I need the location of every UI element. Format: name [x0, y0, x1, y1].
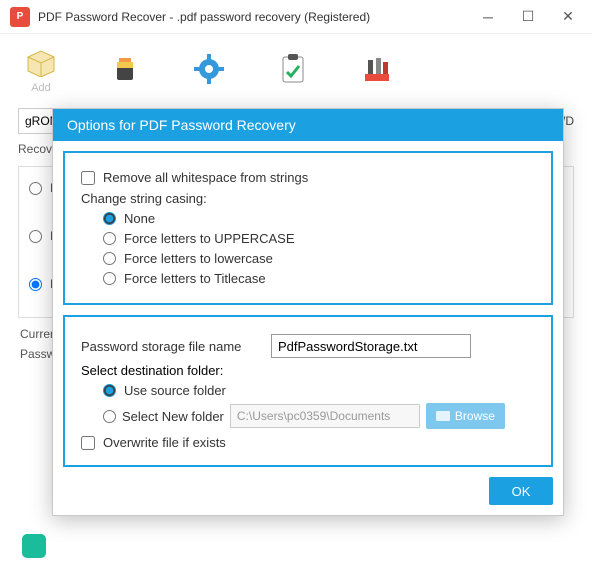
attack-opt-b[interactable]: [29, 278, 42, 291]
toolbar-item-4[interactable]: [276, 52, 310, 86]
casing-title: Change string casing:: [81, 191, 535, 206]
attack-opt-d[interactable]: [29, 182, 42, 195]
chat-icon[interactable]: [22, 534, 46, 558]
folder-path-input[interactable]: [230, 404, 420, 428]
toolbar: Add: [0, 34, 592, 104]
folder-icon: [436, 411, 450, 421]
dest-folder-label: Select destination folder:: [81, 363, 535, 378]
close-button[interactable]: ✕: [548, 2, 588, 32]
minimize-button[interactable]: ─: [468, 2, 508, 32]
casing-none[interactable]: None: [103, 211, 535, 226]
clipboard-icon: [276, 52, 310, 86]
options-dialog: Options for PDF Password Recovery Remove…: [52, 108, 564, 516]
toolbar-item-5[interactable]: [360, 52, 394, 86]
attack-opt-m[interactable]: [29, 230, 42, 243]
ok-button[interactable]: OK: [489, 477, 553, 505]
dialog-title: Options for PDF Password Recovery: [53, 109, 563, 141]
tools-icon: [360, 52, 394, 86]
browse-button[interactable]: Browse: [426, 403, 505, 429]
casing-titlecase[interactable]: Force letters to Titlecase: [103, 271, 535, 286]
storage-file-label: Password storage file name: [81, 339, 261, 354]
box-icon: [24, 45, 58, 79]
toolbar-add[interactable]: Add: [24, 45, 58, 94]
select-new-folder-label: Select New folder: [122, 409, 224, 424]
storage-file-input[interactable]: [271, 334, 471, 358]
titlebar: P PDF Password Recover - .pdf password r…: [0, 0, 592, 34]
overwrite-checkbox[interactable]: Overwrite file if exists: [81, 435, 535, 450]
app-icon: P: [10, 7, 30, 27]
select-new-folder[interactable]: [103, 410, 116, 423]
use-source-folder[interactable]: Use source folder: [103, 383, 535, 398]
remove-whitespace-checkbox[interactable]: Remove all whitespace from strings: [81, 170, 535, 185]
storage-panel: Password storage file name Select destin…: [63, 315, 553, 467]
bucket-icon: [108, 52, 142, 86]
toolbar-item-2[interactable]: [108, 52, 142, 86]
maximize-button[interactable]: ☐: [508, 2, 548, 32]
gear-icon: [192, 52, 226, 86]
casing-lowercase[interactable]: Force letters to lowercase: [103, 251, 535, 266]
window-title: PDF Password Recover - .pdf password rec…: [38, 10, 468, 24]
toolbar-item-3[interactable]: [192, 52, 226, 86]
string-options-panel: Remove all whitespace from strings Chang…: [63, 151, 553, 305]
casing-uppercase[interactable]: Force letters to UPPERCASE: [103, 231, 535, 246]
toolbar-add-label: Add: [31, 82, 51, 94]
